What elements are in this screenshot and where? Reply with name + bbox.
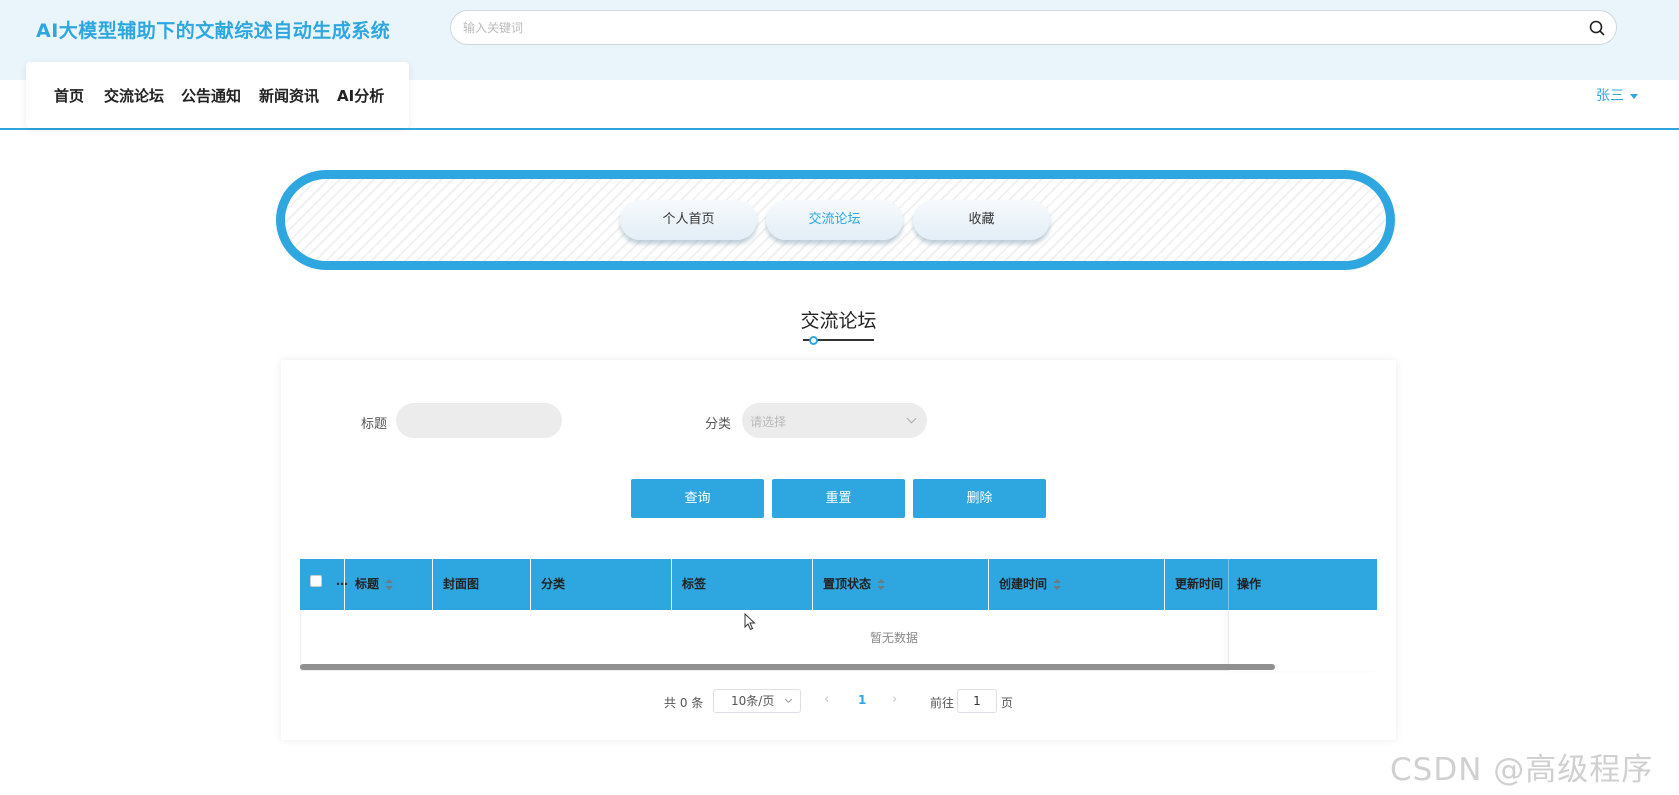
column-header-category-label: 分类: [541, 577, 566, 591]
user-name: 张三: [1596, 88, 1624, 104]
tab-favorites[interactable]: 收藏: [913, 200, 1050, 240]
next-page-icon[interactable]: ›: [892, 693, 902, 707]
column-header-updated-label: 更新时间: [1175, 577, 1224, 591]
search-input[interactable]: [463, 11, 1563, 44]
sort-icon[interactable]: [877, 578, 886, 591]
column-header-pinned[interactable]: 置顶状态: [813, 559, 989, 610]
search-icon[interactable]: [1588, 19, 1606, 37]
column-header-updated[interactable]: 更新时间: [1165, 559, 1228, 610]
page-size-value: 10条/页: [731, 694, 775, 708]
tab-forum[interactable]: 交流论坛: [766, 200, 903, 240]
title-dot-icon: [809, 336, 818, 345]
fixed-actions-column: [1228, 610, 1377, 671]
mouse-cursor-icon: [744, 613, 756, 631]
column-header-actions: 操作: [1228, 559, 1377, 610]
empty-text: 暂无数据: [870, 631, 919, 645]
page: AI大模型辅助下的文献综述自动生成系统 首页 交流论坛 公告通知 新闻资讯 AI…: [0, 0, 1679, 795]
search-box: [450, 10, 1617, 45]
pagination-total: 共 0 条: [664, 696, 704, 710]
nav-item-home[interactable]: 首页: [54, 85, 84, 106]
query-button[interactable]: 查询: [631, 479, 764, 518]
site-title: AI大模型辅助下的文献综述自动生成系统: [36, 20, 391, 42]
column-header-created[interactable]: 创建时间: [989, 559, 1165, 610]
horizontal-scrollbar[interactable]: [300, 664, 1275, 670]
column-header-cover: 封面图: [433, 559, 531, 610]
delete-button[interactable]: 删除: [913, 479, 1046, 518]
caret-down-icon: [1630, 93, 1638, 99]
column-header-created-label: 创建时间: [999, 577, 1048, 591]
nav-item-ai-analysis[interactable]: AI分析: [337, 85, 384, 106]
table-body: [300, 610, 1377, 671]
section-title: 交流论坛: [800, 310, 877, 332]
page-size-select[interactable]: 10条/页: [713, 689, 801, 713]
column-header-tags-label: 标签: [682, 577, 707, 591]
nav-item-notice[interactable]: 公告通知: [181, 85, 241, 106]
title-filter-label: 标题: [361, 417, 388, 432]
select-all-checkbox[interactable]: [310, 575, 322, 587]
column-header-title[interactable]: 标题: [345, 559, 433, 610]
sort-icon[interactable]: [1053, 578, 1062, 591]
title-filter-input[interactable]: [396, 403, 562, 438]
nav-item-news[interactable]: 新闻资讯: [259, 85, 319, 106]
column-header-actions-label: 操作: [1237, 577, 1262, 591]
goto-page-input[interactable]: 1: [957, 689, 997, 713]
category-filter-label: 分类: [705, 417, 732, 432]
goto-prefix: 前往: [930, 696, 955, 710]
column-header-cover-label: 封面图: [443, 577, 480, 591]
chevron-down-icon: [906, 413, 917, 424]
column-header-pinned-label: 置顶状态: [823, 577, 872, 591]
current-page-number[interactable]: 1: [858, 693, 866, 707]
column-more-indicator: ⋯: [330, 559, 348, 610]
goto-suffix: 页: [1001, 696, 1014, 710]
watermark: CSDN @高级程序源: [1390, 752, 1654, 788]
category-select-placeholder: 请选择: [750, 415, 787, 429]
nav-item-forum[interactable]: 交流论坛: [104, 85, 164, 106]
user-menu[interactable]: 张三: [1596, 85, 1638, 105]
chevron-down-icon: [784, 695, 793, 704]
sort-icon[interactable]: [385, 578, 394, 591]
tab-personal-home[interactable]: 个人首页: [620, 200, 757, 240]
category-select[interactable]: 请选择: [742, 403, 927, 438]
prev-page-icon[interactable]: ‹: [824, 693, 834, 707]
column-header-title-label: 标题: [355, 577, 380, 591]
reset-button[interactable]: 重置: [772, 479, 905, 518]
column-header-tags: 标签: [672, 559, 813, 610]
column-header-category: 分类: [531, 559, 672, 610]
